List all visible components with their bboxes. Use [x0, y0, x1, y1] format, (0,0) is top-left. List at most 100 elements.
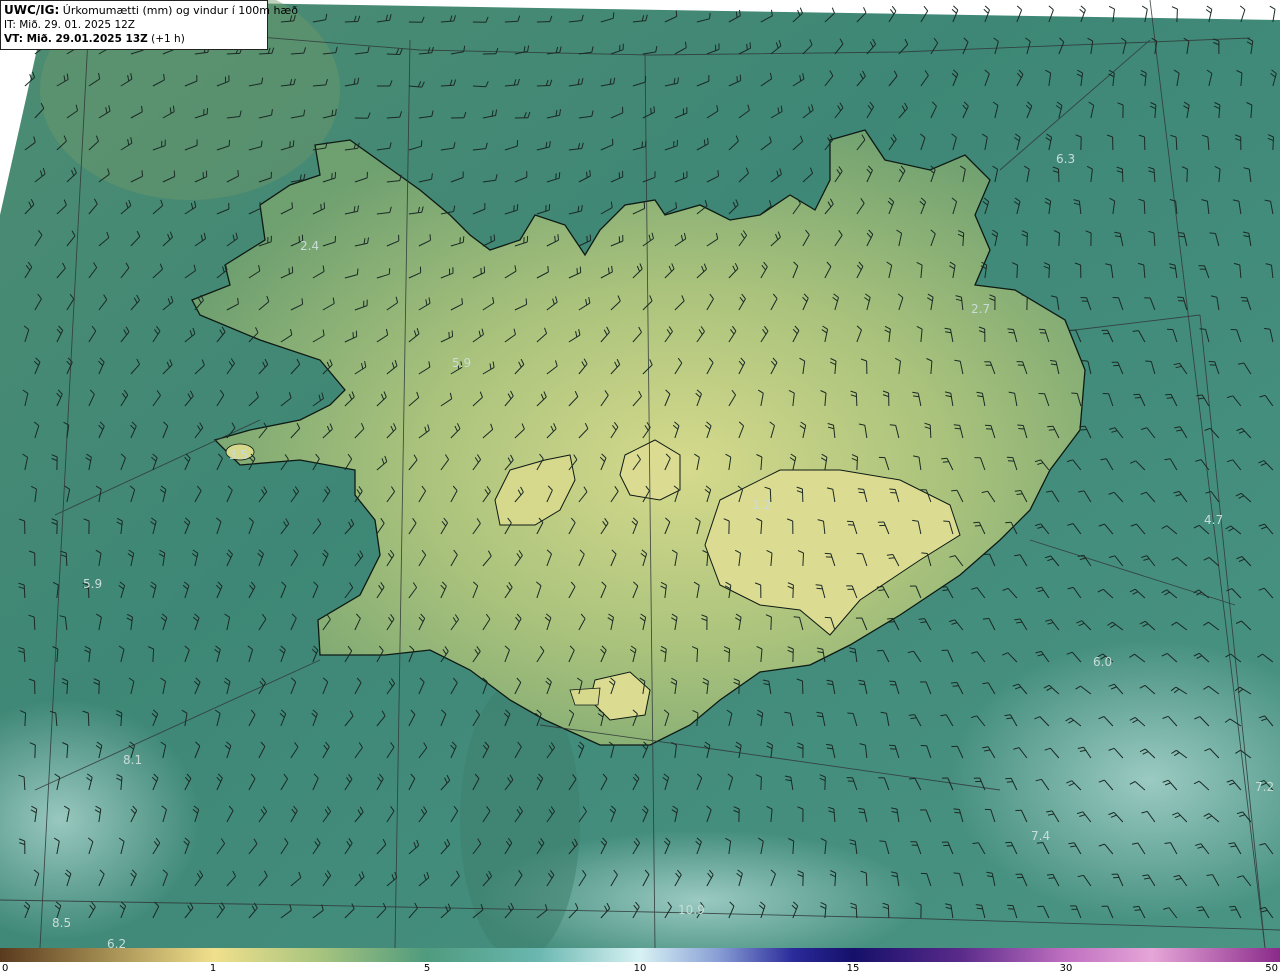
wind-barb [504, 20, 518, 23]
wind-barb-feather [490, 235, 492, 243]
wind-barb-feather [976, 907, 983, 910]
wind-barb-feather [675, 202, 677, 209]
wind-barb-feather [877, 649, 884, 652]
colorbar-tick: 50 [1265, 963, 1278, 974]
wind-barb-feather [886, 554, 893, 556]
value-label: 4.7 [1204, 513, 1223, 527]
wind-barb [1026, 232, 1028, 247]
value-label: 6.0 [1093, 655, 1112, 669]
wind-barb-feather [982, 617, 989, 620]
wind-barb-feather [1048, 877, 1055, 879]
wind-barb [792, 584, 794, 599]
wind-barb-feather [650, 107, 652, 114]
value-label: 2.7 [971, 302, 990, 316]
wind-barb-feather [857, 488, 864, 490]
value-label: 8.5 [52, 916, 71, 930]
wind-barb-feather [589, 169, 591, 177]
wind-barb [1016, 264, 1018, 279]
wind-barb-feather [950, 681, 957, 684]
wind-barb-feather [644, 140, 647, 147]
wind-barb-feather [461, 298, 463, 305]
wind-barb-feather [1047, 425, 1054, 428]
wind-barb-feather [554, 235, 556, 242]
wind-barb-feather [888, 621, 895, 623]
wind-barb [887, 904, 890, 919]
wind-barb-feather [889, 424, 896, 426]
wind-barb [929, 424, 932, 439]
valid-time: VT: Mið. 29.01.2025 13Z [4, 33, 148, 45]
wind-barb [856, 456, 858, 471]
wind-barb-feather [953, 872, 960, 874]
wind-barb-feather [1230, 909, 1237, 911]
wind-barb-feather [1209, 232, 1216, 234]
wind-barb [1186, 168, 1188, 183]
wind-barb-feather [1132, 905, 1139, 908]
wind-barb-feather [1005, 521, 1012, 524]
wind-barb-feather [173, 170, 176, 177]
wind-barb [472, 85, 486, 88]
wind-barb [770, 616, 772, 631]
wind-barb-feather [1018, 428, 1025, 430]
wind-barb-feather [1005, 777, 1012, 780]
wind-barb [760, 776, 762, 791]
value-label: 2.4 [300, 239, 319, 253]
wind-barb-feather [909, 777, 916, 780]
wind-barb [1176, 8, 1178, 23]
wind-barb-feather [953, 424, 960, 426]
wind-barb-feather [890, 492, 897, 494]
wind-barb [865, 872, 868, 887]
wind-barb-feather [237, 170, 239, 177]
value-label: 5.9 [83, 577, 102, 591]
wind-barb-feather [323, 202, 326, 209]
wind-barb-feather [451, 330, 454, 337]
wind-barb [1048, 264, 1050, 279]
value-label: 8.1 [123, 753, 142, 767]
value-label: 6.3 [1056, 152, 1075, 166]
wind-barb-feather [557, 234, 559, 241]
colorbar-tick: 15 [846, 963, 860, 974]
wind-barb-feather [259, 202, 262, 209]
wind-barb-feather [847, 712, 854, 714]
map-title-line: UWC/IG: Úrkomumætti (mm) og vindur í 100… [4, 3, 298, 18]
wind-barb-feather [612, 12, 615, 19]
map-info-box: UWC/IG: Úrkomumætti (mm) og vindur í 100… [0, 0, 298, 50]
wind-barb-feather [941, 457, 948, 460]
wind-barb-feather [951, 489, 958, 492]
wind-barb-feather [289, 141, 291, 148]
wind-barb-feather [858, 491, 865, 494]
wind-barb-feather [717, 170, 719, 177]
wind-barb-feather [1007, 328, 1014, 330]
wind-barb-feather [942, 461, 949, 463]
wind-barb-feather [641, 141, 643, 148]
wind-barb-feather [974, 525, 981, 527]
wind-barb-feather [952, 685, 959, 687]
init-time: IT: Mið. 29. 01. 2025 12Z [4, 19, 135, 31]
wind-barb-feather [889, 488, 896, 490]
forecast-offset: (+1 h) [151, 33, 185, 45]
wind-barb [536, 85, 550, 87]
wind-barb-feather [1134, 397, 1141, 399]
value-label: 3.5 [229, 448, 248, 462]
wind-barb-feather [1145, 360, 1152, 362]
valid-time-line: VT: Mið. 29.01.2025 13Z (+1 h) [4, 32, 264, 46]
wind-barb-feather [260, 140, 263, 147]
value-label: 10.9 [678, 903, 705, 917]
wind-barb-feather [1048, 429, 1055, 431]
colorbar-tick: 0 [2, 963, 9, 974]
wind-barb-feather [953, 808, 960, 810]
wind-barb [23, 584, 26, 599]
wind-barb-feather [141, 170, 143, 177]
wind-barb-feather [1008, 331, 1015, 334]
wind-barb-feather [547, 266, 549, 273]
wind-barb-feather [429, 234, 431, 241]
wind-barb [226, 52, 240, 55]
colorbar-tick: 5 [423, 963, 431, 974]
wind-barb-feather [675, 10, 678, 17]
wind-barb-feather [1005, 841, 1012, 844]
wind-barb-feather [746, 43, 748, 50]
wind-barb-feather [954, 427, 961, 430]
wind-barb-feather [1006, 845, 1013, 847]
wind-barb-feather [887, 617, 894, 620]
wind-barb-feather [1079, 425, 1086, 428]
value-label: 6.2 [107, 937, 126, 948]
